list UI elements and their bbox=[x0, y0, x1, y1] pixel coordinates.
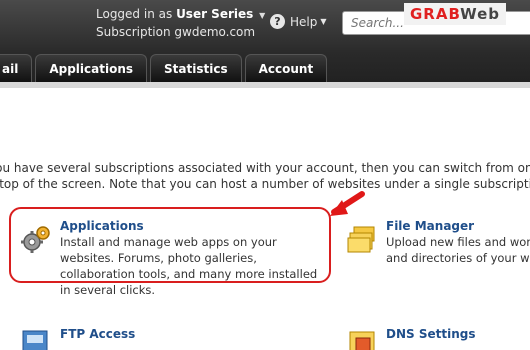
dns-settings-body: DNS Settings bbox=[386, 326, 475, 342]
highlight-box bbox=[9, 207, 331, 283]
tab-mail[interactable]: ail bbox=[0, 54, 33, 82]
file-manager-description: Upload new files and wor and directories… bbox=[386, 235, 530, 265]
chevron-down-icon: ▼ bbox=[320, 17, 327, 26]
chevron-down-icon[interactable]: ▼ bbox=[259, 11, 265, 20]
main-tabs: ail Applications Statistics Account bbox=[0, 54, 330, 82]
ftp-access-card: FTP Access bbox=[20, 326, 220, 350]
user-menu[interactable]: User Series bbox=[176, 7, 253, 21]
intro-text: you have several subscriptions associate… bbox=[0, 161, 530, 191]
ftp-access-body: FTP Access bbox=[60, 326, 135, 342]
ftp-icon bbox=[22, 330, 48, 350]
top-header: Logged in as User Series ▼ Subscription … bbox=[0, 0, 530, 88]
subscription-label: Subscription bbox=[96, 25, 171, 39]
file-manager-body: File Manager Upload new files and wor an… bbox=[386, 218, 530, 266]
dns-settings-card: DNS Settings bbox=[346, 326, 530, 350]
red-arrow-icon bbox=[330, 191, 365, 216]
subscription-selector[interactable]: gwdemo.com bbox=[174, 25, 255, 39]
logged-in-label: Logged in as bbox=[96, 7, 173, 21]
dns-settings-link[interactable]: DNS Settings bbox=[386, 326, 475, 342]
ftp-access-link[interactable]: FTP Access bbox=[60, 326, 135, 342]
tab-statistics[interactable]: Statistics bbox=[150, 54, 242, 82]
file-manager-card: File Manager Upload new files and wor an… bbox=[346, 218, 530, 280]
tab-account[interactable]: Account bbox=[244, 54, 328, 82]
help-label: Help bbox=[290, 14, 318, 29]
tab-applications[interactable]: Applications bbox=[35, 54, 148, 82]
help-icon: ? bbox=[270, 14, 285, 29]
file-manager-link[interactable]: File Manager bbox=[386, 218, 530, 234]
watermark-logo: GRABWeb bbox=[404, 3, 507, 25]
help-menu[interactable]: ? Help ▼ bbox=[270, 14, 327, 29]
dns-icon bbox=[349, 331, 375, 350]
folders-icon bbox=[347, 226, 375, 253]
user-info: Logged in as User Series ▼ Subscription … bbox=[96, 6, 265, 41]
